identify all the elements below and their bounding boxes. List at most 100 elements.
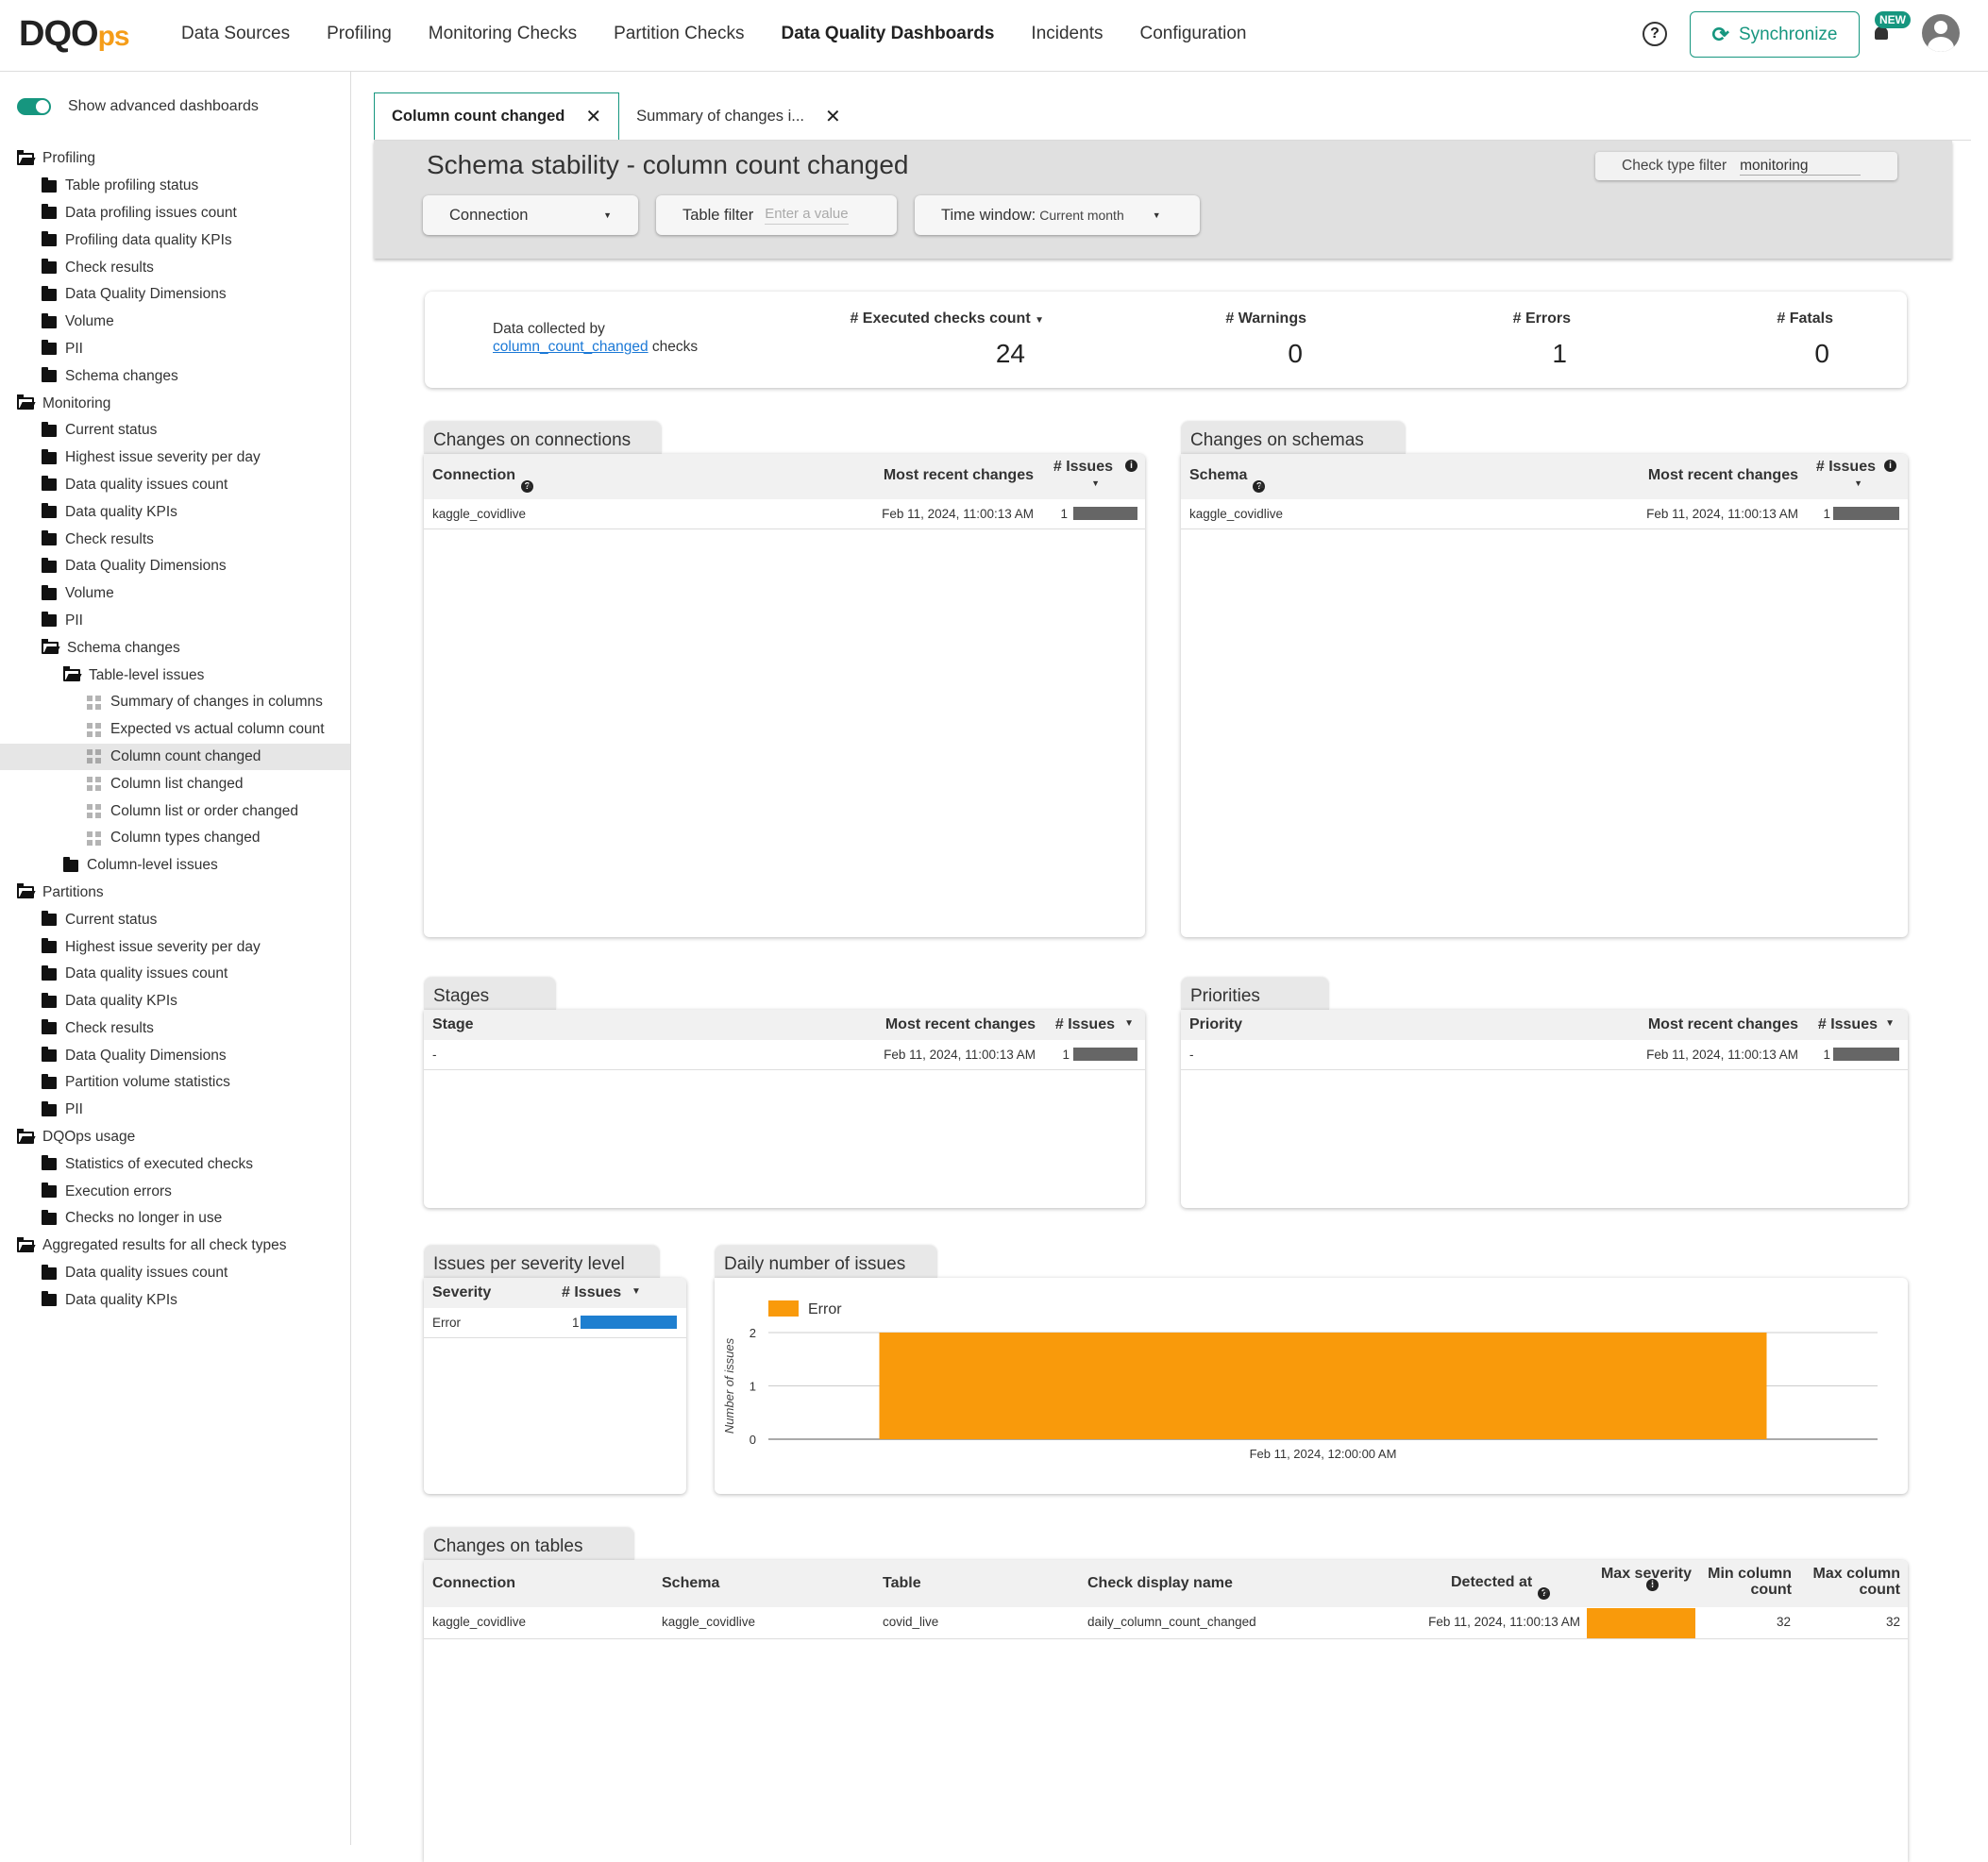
sidebar-item-pii[interactable]: PII — [0, 336, 350, 363]
synchronize-button[interactable]: ⟳ Synchronize — [1690, 11, 1860, 58]
sidebar-item-column-count-changed[interactable]: Column count changed — [0, 743, 350, 771]
nav-monitoring-checks[interactable]: Monitoring Checks — [429, 24, 577, 44]
nav-partition-checks[interactable]: Partition Checks — [614, 24, 744, 44]
sidebar-item-pii[interactable]: PII — [0, 1097, 350, 1124]
column-header-max-column-count[interactable]: Max column count — [1806, 1566, 1900, 1598]
column-header-min-column-count[interactable]: Min column count — [1697, 1566, 1792, 1598]
tab-summary-of-changes[interactable]: Summary of changes i... ✕ — [619, 92, 858, 140]
check-name-link[interactable]: column_count_changed — [493, 339, 649, 355]
sidebar-item-execution-errors[interactable]: Execution errors — [0, 1178, 350, 1205]
column-header-issues[interactable]: # Issues — [1816, 459, 1876, 476]
column-header-schema[interactable]: Schema — [662, 1575, 719, 1592]
sidebar-item-checks-no-longer-in-use[interactable]: Checks no longer in use — [0, 1205, 350, 1233]
sidebar-item-data-quality-dimensions[interactable]: Data Quality Dimensions — [0, 553, 350, 580]
sidebar-item-data-quality-kpis[interactable]: Data quality KPIs — [0, 1286, 350, 1314]
check-name-cell[interactable]: daily_column_count_changed — [1087, 1615, 1256, 1629]
sidebar-item-partition-volume-statistics[interactable]: Partition volume statistics — [0, 1069, 350, 1097]
check-type-filter[interactable]: Check type filter monitoring — [1595, 152, 1897, 180]
table-row[interactable]: - Feb 11, 2024, 11:00:13 AM 1 — [424, 1040, 1145, 1070]
sidebar-item-check-results[interactable]: Check results — [0, 254, 350, 281]
sidebar-item-highest-issue-severity-per-day[interactable]: Highest issue severity per day — [0, 933, 350, 961]
column-header-detected-at[interactable]: Detected at? ▼ — [1451, 1574, 1551, 1600]
column-header-connection[interactable]: Connection — [432, 1575, 515, 1592]
nav-data-quality-dashboards[interactable]: Data Quality Dashboards — [781, 24, 994, 44]
help-icon[interactable]: ? — [1643, 22, 1667, 46]
column-header-most-recent[interactable]: Most recent changes — [884, 467, 1034, 484]
column-header-issues[interactable]: # Issues — [1053, 459, 1113, 476]
connection-dropdown[interactable]: Connection ▼ — [423, 195, 638, 235]
sidebar-item-partitions[interactable]: Partitions — [0, 880, 350, 907]
dqops-logo[interactable]: DQOps — [19, 15, 130, 53]
sidebar-item-schema-changes[interactable]: Schema changes — [0, 362, 350, 390]
nav-incidents[interactable]: Incidents — [1031, 24, 1103, 44]
sidebar-item-data-quality-issues-count[interactable]: Data quality issues count — [0, 961, 350, 988]
sidebar-item-summary-of-changes-in-columns[interactable]: Summary of changes in columns — [0, 689, 350, 716]
nav-configuration[interactable]: Configuration — [1139, 24, 1246, 44]
sidebar-item-schema-changes[interactable]: Schema changes — [0, 634, 350, 662]
sidebar-item-monitoring[interactable]: Monitoring — [0, 390, 350, 417]
sidebar-item-dqops-usage[interactable]: DQOps usage — [0, 1124, 350, 1151]
schema-name[interactable]: kaggle_covidlive — [1189, 507, 1283, 521]
sidebar-item-volume[interactable]: Volume — [0, 309, 350, 336]
column-header-priority[interactable]: Priority — [1189, 1016, 1242, 1033]
close-tab-icon[interactable]: ✕ — [825, 105, 841, 128]
sidebar-item-column-list-or-order-changed[interactable]: Column list or order changed — [0, 797, 350, 825]
table-row[interactable]: Error 1 — [424, 1308, 686, 1338]
column-header-issues[interactable]: # Issues — [562, 1284, 621, 1301]
sidebar-item-check-results[interactable]: Check results — [0, 1015, 350, 1043]
sidebar-item-data-quality-dimensions[interactable]: Data Quality Dimensions — [0, 281, 350, 309]
sidebar-item-table-level-issues[interactable]: Table-level issues — [0, 662, 350, 689]
sidebar-item-data-quality-kpis[interactable]: Data quality KPIs — [0, 498, 350, 526]
sidebar-item-check-results[interactable]: Check results — [0, 526, 350, 553]
sidebar-item-current-status[interactable]: Current status — [0, 417, 350, 445]
advanced-dashboards-toggle[interactable]: Show advanced dashboards — [17, 98, 259, 115]
sidebar-item-expected-vs-actual-column-count[interactable]: Expected vs actual column count — [0, 716, 350, 744]
table-filter[interactable]: Table filter Enter a value — [656, 195, 897, 235]
table-row[interactable]: kaggle_covidlive Feb 11, 2024, 11:00:13 … — [424, 499, 1145, 529]
sidebar-item-data-profiling-issues-count[interactable]: Data profiling issues count — [0, 200, 350, 227]
sidebar-item-pii[interactable]: PII — [0, 608, 350, 635]
table-row[interactable]: kaggle_covidlive Feb 11, 2024, 11:00:13 … — [1181, 499, 1908, 529]
priority-name[interactable]: - — [1189, 1048, 1194, 1062]
check-type-value[interactable]: monitoring — [1740, 158, 1862, 176]
table-filter-input[interactable]: Enter a value — [765, 206, 849, 225]
sidebar-item-data-quality-issues-count[interactable]: Data quality issues count — [0, 1260, 350, 1287]
column-header-issues[interactable]: # Issues — [1055, 1016, 1115, 1033]
column-header-most-recent[interactable]: Most recent changes — [885, 1016, 1036, 1033]
sidebar-item-profiling-data-quality-kpis[interactable]: Profiling data quality KPIs — [0, 226, 350, 254]
sidebar-item-highest-issue-severity-per-day[interactable]: Highest issue severity per day — [0, 445, 350, 472]
sidebar-item-column-types-changed[interactable]: Column types changed — [0, 825, 350, 852]
nav-data-sources[interactable]: Data Sources — [181, 24, 290, 44]
sidebar-item-column-level-issues[interactable]: Column-level issues — [0, 852, 350, 880]
sidebar-item-table-profiling-status[interactable]: Table profiling status — [0, 173, 350, 200]
close-tab-icon[interactable]: ✕ — [585, 105, 601, 128]
nav-profiling[interactable]: Profiling — [327, 24, 392, 44]
sidebar-item-column-list-changed[interactable]: Column list changed — [0, 770, 350, 797]
severity-name[interactable]: Error — [432, 1316, 461, 1330]
tab-column-count-changed[interactable]: Column count changed ✕ — [374, 92, 620, 140]
column-header-most-recent[interactable]: Most recent changes — [1648, 1016, 1798, 1033]
table-row[interactable]: - Feb 11, 2024, 11:00:13 AM 1 — [1181, 1040, 1908, 1070]
column-header-most-recent[interactable]: Most recent changes — [1648, 467, 1798, 484]
stage-name[interactable]: - — [432, 1048, 437, 1062]
sidebar-item-aggregated-results-for-all-check-types[interactable]: Aggregated results for all check types — [0, 1233, 350, 1260]
column-header-max-severity[interactable]: Max severity i ▼ — [1594, 1566, 1698, 1591]
toggle-switch[interactable] — [17, 98, 51, 115]
sidebar-item-data-quality-kpis[interactable]: Data quality KPIs — [0, 988, 350, 1015]
schema-cell[interactable]: kaggle_covidlive — [662, 1615, 755, 1629]
user-avatar[interactable] — [1922, 14, 1960, 52]
column-header-table[interactable]: Table — [883, 1575, 921, 1592]
column-header-issues[interactable]: # Issues — [1818, 1016, 1878, 1033]
time-window-dropdown[interactable]: Time window: Current month ▼ — [915, 195, 1200, 235]
column-header-check-display-name[interactable]: Check display name — [1087, 1575, 1233, 1592]
sidebar-item-data-quality-dimensions[interactable]: Data Quality Dimensions — [0, 1042, 350, 1069]
table-row[interactable]: kaggle_covidlive kaggle_covidlive covid_… — [424, 1607, 1908, 1639]
sidebar-item-profiling[interactable]: Profiling — [0, 145, 350, 173]
sidebar-item-statistics-of-executed-checks[interactable]: Statistics of executed checks — [0, 1150, 350, 1178]
sidebar-item-current-status[interactable]: Current status — [0, 906, 350, 933]
column-header-connection[interactable]: Connection? ▲ — [432, 467, 534, 493]
kpi-label[interactable]: # Executed checks count ▼ — [850, 310, 1044, 327]
connection-name[interactable]: kaggle_covidlive — [432, 507, 526, 521]
column-header-stage[interactable]: Stage — [432, 1016, 474, 1033]
table-cell[interactable]: covid_live — [883, 1615, 938, 1629]
